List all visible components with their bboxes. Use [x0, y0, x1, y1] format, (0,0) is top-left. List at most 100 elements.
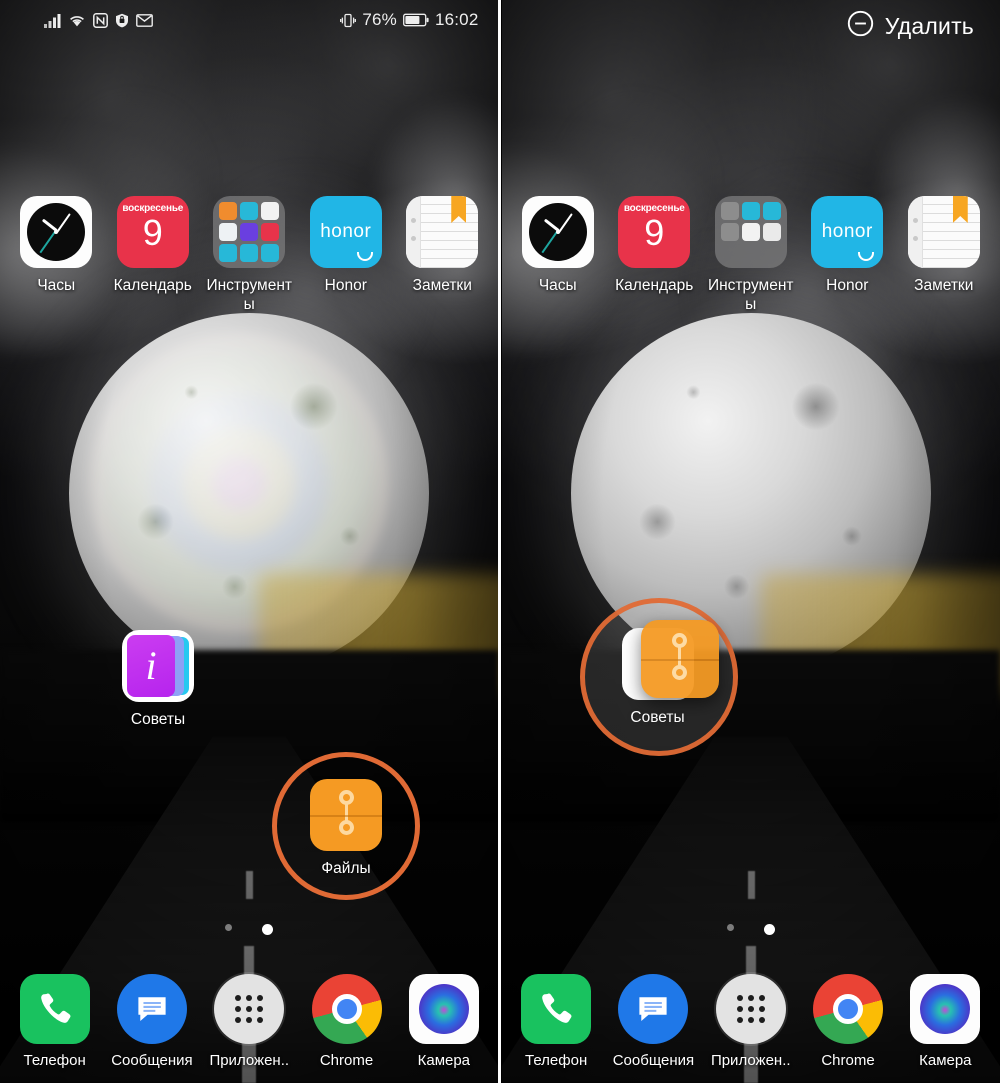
dock-item-app-drawer[interactable]: Приложен.. — [204, 974, 294, 1069]
dock-item-chrome[interactable]: Chrome — [302, 974, 392, 1069]
right-home-screen-edit-mode[interactable]: Удалить Часы воскресенье 9 Календарь Инс… — [501, 0, 1000, 1083]
app-label: Заметки — [914, 277, 974, 294]
app-label: Honor — [324, 277, 367, 294]
folder-mini-empty — [742, 244, 760, 262]
app-icon-calendar[interactable]: воскресенье 9 Календарь — [109, 196, 197, 314]
signal-bars-icon — [44, 13, 61, 28]
delete-bar[interactable]: Удалить — [502, 0, 1000, 52]
cart-icon — [858, 252, 875, 261]
vibrate-icon — [340, 13, 357, 28]
annotation-highlight-ring — [272, 752, 420, 900]
app-folder-tools[interactable]: Инструменты — [707, 196, 795, 314]
camera-icon — [910, 974, 981, 1044]
left-home-screen[interactable]: 76% 16:02 Часы воскресенье 9 Календарь И… — [0, 0, 499, 1083]
calendar-icon: воскресенье 9 — [116, 196, 189, 268]
tips-letter: i — [145, 643, 157, 688]
folder-mini-icon — [720, 223, 739, 241]
folder-mini-icon — [219, 244, 238, 262]
clock-time: 16:02 — [434, 10, 479, 29]
dock-item-phone[interactable]: Телефон — [10, 974, 100, 1069]
messages-icon — [116, 974, 187, 1044]
minus-circle-icon — [847, 10, 874, 42]
calendar-day: 9 — [644, 212, 665, 253]
folder-mini-icon — [240, 223, 259, 241]
shield-icon — [115, 13, 129, 28]
app-label: Часы — [37, 277, 76, 294]
phone-icon — [521, 974, 592, 1044]
app-label: Календарь — [113, 277, 192, 294]
dock-item-camera[interactable]: Камера — [399, 974, 489, 1069]
dock-item-camera[interactable]: Камера — [900, 974, 990, 1069]
app-folder-tools[interactable]: Инструменты — [205, 196, 293, 314]
tips-icon: i — [122, 630, 194, 702]
notes-icon — [907, 196, 980, 268]
app-grid-row: Часы воскресенье 9 Календарь Инструменты… — [502, 196, 1000, 314]
app-label: Советы — [130, 711, 186, 728]
dragged-app-icon-files[interactable] — [632, 620, 728, 698]
folder-mini-empty — [721, 244, 739, 262]
page-dot[interactable] — [225, 924, 233, 931]
honor-icon: honor — [309, 196, 382, 268]
wallpaper — [0, 0, 499, 1083]
honor-wordmark: honor — [821, 221, 873, 242]
files-icon — [640, 620, 719, 698]
app-icon-tips[interactable]: i Советы — [110, 630, 206, 730]
folder-mini-icon — [261, 244, 280, 262]
dock-label: Сообщения — [612, 1052, 695, 1069]
wallpaper-vignette — [501, 0, 1000, 1083]
page-indicator[interactable] — [0, 924, 499, 935]
app-icon-calendar[interactable]: воскресенье 9 Календарь — [610, 196, 698, 314]
dock-item-messages[interactable]: Сообщения — [608, 974, 698, 1069]
app-icon-clock[interactable]: Часы — [514, 196, 602, 314]
app-icon-clock[interactable]: Часы — [12, 196, 100, 314]
clock-icon — [20, 196, 93, 268]
delete-button-label[interactable]: Удалить — [885, 13, 974, 40]
folder-mini-icon — [741, 202, 760, 220]
folder-icon — [714, 196, 787, 268]
calendar-day: 9 — [142, 212, 163, 253]
nfc-icon — [93, 12, 108, 28]
page-dot[interactable] — [726, 924, 734, 931]
dock: Телефон Сообщения Приложен.. Chrome Каме… — [502, 974, 1000, 1069]
two-panel-comparison: 76% 16:02 Часы воскресенье 9 Календарь И… — [0, 0, 1000, 1083]
page-indicator[interactable] — [502, 924, 1000, 935]
chrome-icon — [813, 974, 884, 1044]
wallpaper-vignette — [0, 0, 499, 1083]
dock-item-phone[interactable]: Телефон — [511, 974, 601, 1069]
page-dot-active[interactable] — [262, 924, 274, 935]
folder-mini-icon — [741, 223, 760, 241]
page-dot-active[interactable] — [763, 924, 775, 935]
app-icon-honor[interactable]: honor Honor — [803, 196, 891, 314]
messages-icon — [618, 974, 689, 1044]
folder-mini-icon — [261, 202, 280, 220]
app-label: Заметки — [412, 277, 472, 294]
camera-icon — [408, 974, 479, 1044]
phone-icon — [19, 974, 90, 1044]
status-bar-left — [44, 12, 153, 28]
folder-mini-icon — [240, 202, 259, 220]
app-icon-notes[interactable]: Заметки — [398, 196, 486, 314]
battery-icon — [403, 13, 429, 27]
folder-mini-icon — [720, 202, 739, 220]
honor-wordmark: honor — [320, 221, 372, 242]
dock-label: Телефон — [23, 1052, 86, 1069]
dock-item-chrome[interactable]: Chrome — [803, 974, 893, 1069]
app-icon-honor[interactable]: honor Honor — [302, 196, 390, 314]
app-drawer-icon — [214, 974, 285, 1044]
dock-item-messages[interactable]: Сообщения — [107, 974, 197, 1069]
folder-icon — [213, 196, 286, 268]
dock-label: Камера — [417, 1052, 471, 1069]
dock-label: Приложен.. — [710, 1052, 791, 1069]
status-bar-right: 76% 16:02 — [340, 10, 478, 30]
dock-item-app-drawer[interactable]: Приложен.. — [706, 974, 796, 1069]
dock: Телефон Сообщения Приложен.. Chrome Каме… — [0, 974, 499, 1069]
app-icon-notes[interactable]: Заметки — [900, 196, 988, 314]
battery-percent: 76% — [362, 10, 397, 29]
folder-mini-icon — [219, 223, 238, 241]
dock-label: Приложен.. — [209, 1052, 290, 1069]
folder-mini-icon — [762, 223, 781, 241]
calendar-icon: воскресенье 9 — [618, 196, 691, 268]
app-label: Honor — [826, 277, 869, 294]
honor-icon: honor — [811, 196, 884, 268]
wallpaper — [501, 0, 1000, 1083]
